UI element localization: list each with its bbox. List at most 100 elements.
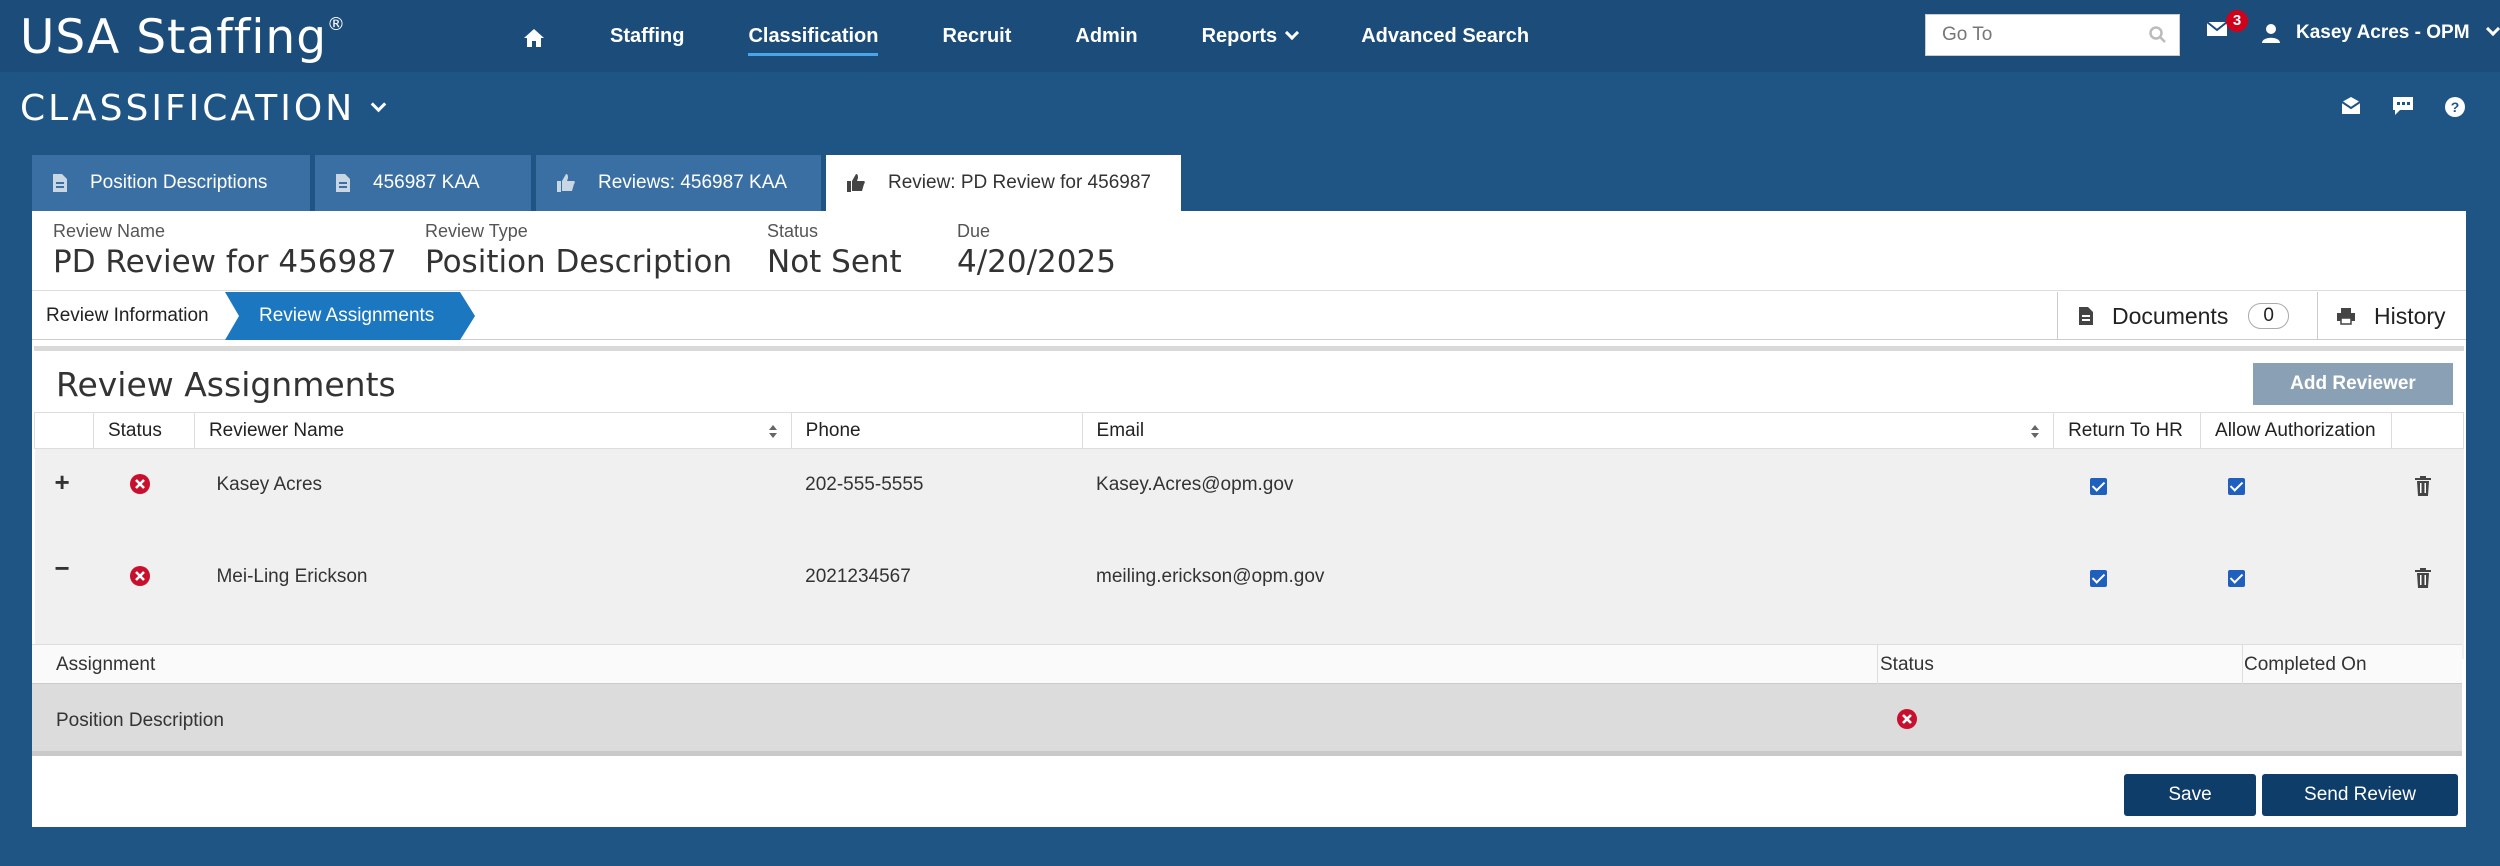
review-subnav: Review Information Review Assignments Do… (32, 292, 2466, 340)
sort-icon[interactable] (2031, 425, 2040, 438)
add-reviewer-button[interactable]: Add Reviewer (2253, 363, 2453, 405)
svg-text:?: ? (2451, 99, 2460, 115)
subtable-header: Assignment Status Completed On (32, 644, 2462, 685)
home-icon[interactable] (522, 26, 546, 50)
actions-cell (2391, 448, 2464, 549)
trash-icon[interactable] (2415, 567, 2432, 588)
brand-logo[interactable]: USA Staffing® (20, 10, 346, 65)
envelope-icon (2206, 21, 2228, 36)
return-to-hr-checkbox[interactable] (2089, 478, 2107, 495)
nav-recruit[interactable]: Recruit (942, 25, 1011, 48)
phone-column-header: Phone (790, 412, 1083, 449)
table-row: + Kasey Acres 202-555-5555 Kasey.Acres@o… (34, 448, 2464, 549)
messages-button[interactable]: 3 (2206, 10, 2248, 43)
printer-icon (2337, 308, 2355, 325)
status-column-header: Status (92, 412, 195, 449)
reviewer-name-cell: Kasey Acres (194, 448, 792, 549)
status-label: Status (767, 221, 819, 241)
not-sent-status-icon (130, 565, 151, 586)
top-navigation-bar: USA Staffing® Staffing Classification Re… (0, 0, 2500, 72)
phone-cell: 202-555-5555 (791, 448, 1083, 549)
collapse-toggle[interactable]: − (34, 548, 94, 659)
review-name-field: Review Name PD Review for 456987 (53, 221, 397, 280)
actions-column-header (2390, 412, 2465, 449)
review-name-value: PD Review for 456987 (53, 244, 397, 280)
email-column-header[interactable]: Email (1081, 412, 2055, 449)
trash-icon[interactable] (2415, 476, 2432, 496)
nav-reports[interactable]: Reports (1202, 25, 1300, 48)
review-assignments-link[interactable]: Review Assignments (225, 292, 475, 340)
user-menu[interactable]: Kasey Acres - OPM (2260, 21, 2500, 44)
not-sent-status-icon (1897, 709, 1917, 729)
return-to-hr-cell (2053, 448, 2201, 549)
expand-toggle[interactable]: + (34, 448, 94, 549)
nav-staffing[interactable]: Staffing (610, 25, 684, 48)
search-icon[interactable] (2149, 26, 2167, 44)
tab-review-pd[interactable]: Review: PD Review for 456987 (826, 155, 1181, 211)
due-field: Due 4/20/2025 (957, 221, 1116, 280)
announcements-icon[interactable] (2340, 96, 2362, 116)
documents-count: 0 (2248, 303, 2289, 329)
main-nav: Staffing Classification Recruit Admin Re… (522, 0, 1593, 72)
review-name-label: Review Name (53, 221, 166, 241)
status-cell (93, 448, 195, 549)
nav-admin[interactable]: Admin (1075, 25, 1137, 48)
review-type-value: Position Description (425, 244, 733, 280)
table-row: − Mei-Ling Erickson 2021234567 meiling.e… (34, 548, 2464, 659)
help-icon[interactable]: ? (2444, 96, 2466, 118)
status-cell (93, 548, 195, 659)
nav-advanced-search[interactable]: Advanced Search (1361, 25, 1529, 48)
email-header-label: Email (1096, 419, 1145, 441)
nav-classification[interactable]: Classification (748, 25, 879, 56)
chevron-down-icon (2485, 21, 2500, 37)
column-divider (1877, 645, 1878, 685)
review-assignments-label: Review Assignments (259, 305, 435, 326)
email-cell: Kasey.Acres@opm.gov (1082, 448, 2054, 549)
section-title-label: CLASSIFICATION (20, 88, 356, 129)
table-header-row: Status Reviewer Name Phone Email Return … (34, 412, 2465, 449)
allow-authorization-cell (2200, 448, 2392, 549)
goto-input[interactable] (1926, 24, 2136, 46)
actions-cell (2391, 548, 2464, 659)
save-button[interactable]: Save (2124, 774, 2256, 816)
tab-position-456987[interactable]: 456987 KAA (315, 155, 531, 211)
documents-label: Documents (2112, 302, 2229, 329)
tab-label: Reviews: 456987 KAA (598, 172, 788, 193)
assignment-subtable: Assignment Status Completed On Position … (32, 644, 2462, 756)
tab-reviews[interactable]: Reviews: 456987 KAA (536, 155, 821, 211)
reviewer-name-column-header[interactable]: Reviewer Name (193, 412, 792, 449)
history-label: History (2374, 302, 2446, 329)
expand-column-header (34, 412, 94, 449)
document-icon (2079, 307, 2093, 325)
review-summary: Review Name PD Review for 456987 Review … (32, 211, 2466, 291)
allow-authorization-checkbox[interactable] (2227, 569, 2245, 587)
review-type-field: Review Type Position Description (425, 221, 732, 280)
tab-position-descriptions[interactable]: Position Descriptions (32, 155, 310, 211)
allow-authorization-cell (2200, 548, 2392, 659)
allow-authorization-checkbox[interactable] (2227, 478, 2245, 495)
feedback-icon[interactable] (2392, 96, 2414, 116)
record-tabs: Position Descriptions 456987 KAA Reviews… (32, 155, 1181, 211)
assignment-status (1896, 708, 1918, 736)
history-button[interactable]: History (2317, 292, 2466, 340)
chevron-down-icon (370, 96, 387, 113)
sort-icon[interactable] (768, 425, 777, 438)
tab-label: 456987 KAA (373, 172, 480, 193)
review-information-label: Review Information (46, 305, 209, 326)
thumbs-up-icon (847, 174, 865, 192)
chevron-down-icon (1285, 25, 1300, 40)
section-title[interactable]: CLASSIFICATION (20, 88, 387, 129)
messages-count-badge: 3 (2226, 10, 2248, 32)
return-to-hr-checkbox[interactable] (2089, 569, 2107, 587)
action-footer: Save Send Review (32, 761, 2466, 827)
status-field: Status Not Sent (767, 221, 902, 280)
column-divider (2242, 645, 2243, 685)
document-icon (336, 174, 350, 192)
document-icon (53, 174, 67, 192)
review-information-link[interactable]: Review Information (32, 292, 227, 340)
allow-authorization-column-header: Allow Authorization (2200, 412, 2392, 449)
tab-label: Position Descriptions (90, 172, 268, 193)
due-label: Due (957, 221, 991, 241)
send-review-button[interactable]: Send Review (2262, 774, 2458, 816)
documents-button[interactable]: Documents 0 (2057, 292, 2317, 340)
